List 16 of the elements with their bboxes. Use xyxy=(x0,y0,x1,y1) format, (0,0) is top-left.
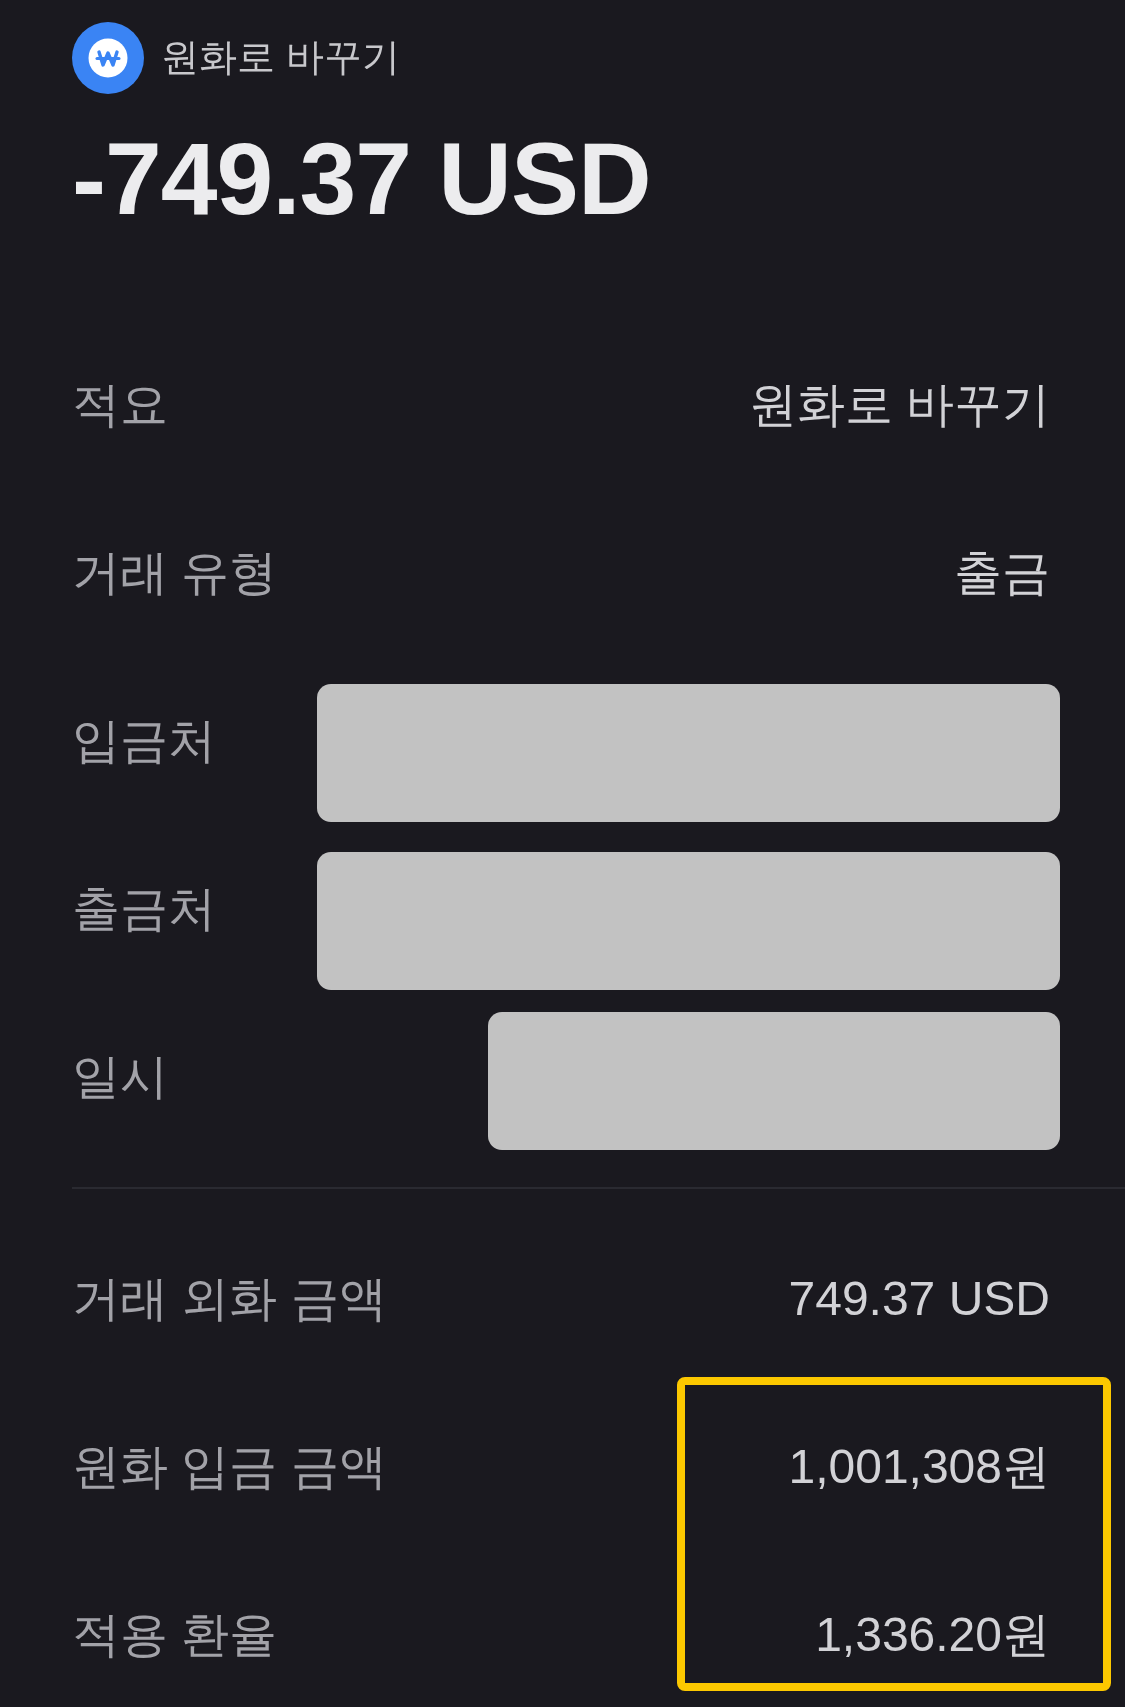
amount-label: 원화 입금 금액 xyxy=(72,1439,387,1496)
detail-label: 일시 xyxy=(72,1049,169,1106)
detail-value: 출금 xyxy=(954,545,1050,602)
detail-value: 원화로 바꾸기 xyxy=(748,377,1050,434)
amount-value: 749.37 USD xyxy=(788,1271,1050,1328)
detail-label: 거래 유형 xyxy=(72,545,278,602)
transaction-amount: -749.37 USD xyxy=(72,128,651,230)
won-coin-icon xyxy=(72,22,144,94)
amount-value: 1,336.20원 xyxy=(815,1607,1050,1664)
amount-label: 적용 환율 xyxy=(72,1607,278,1664)
transaction-title: 원화로 바꾸기 xyxy=(161,35,400,81)
amount-value: 1,001,308원 xyxy=(788,1439,1050,1496)
detail-label: 입금처 xyxy=(72,713,217,770)
detail-label: 적요 xyxy=(72,377,168,434)
amount-label: 거래 외화 금액 xyxy=(72,1271,387,1328)
detail-label: 출금처 xyxy=(72,881,217,938)
